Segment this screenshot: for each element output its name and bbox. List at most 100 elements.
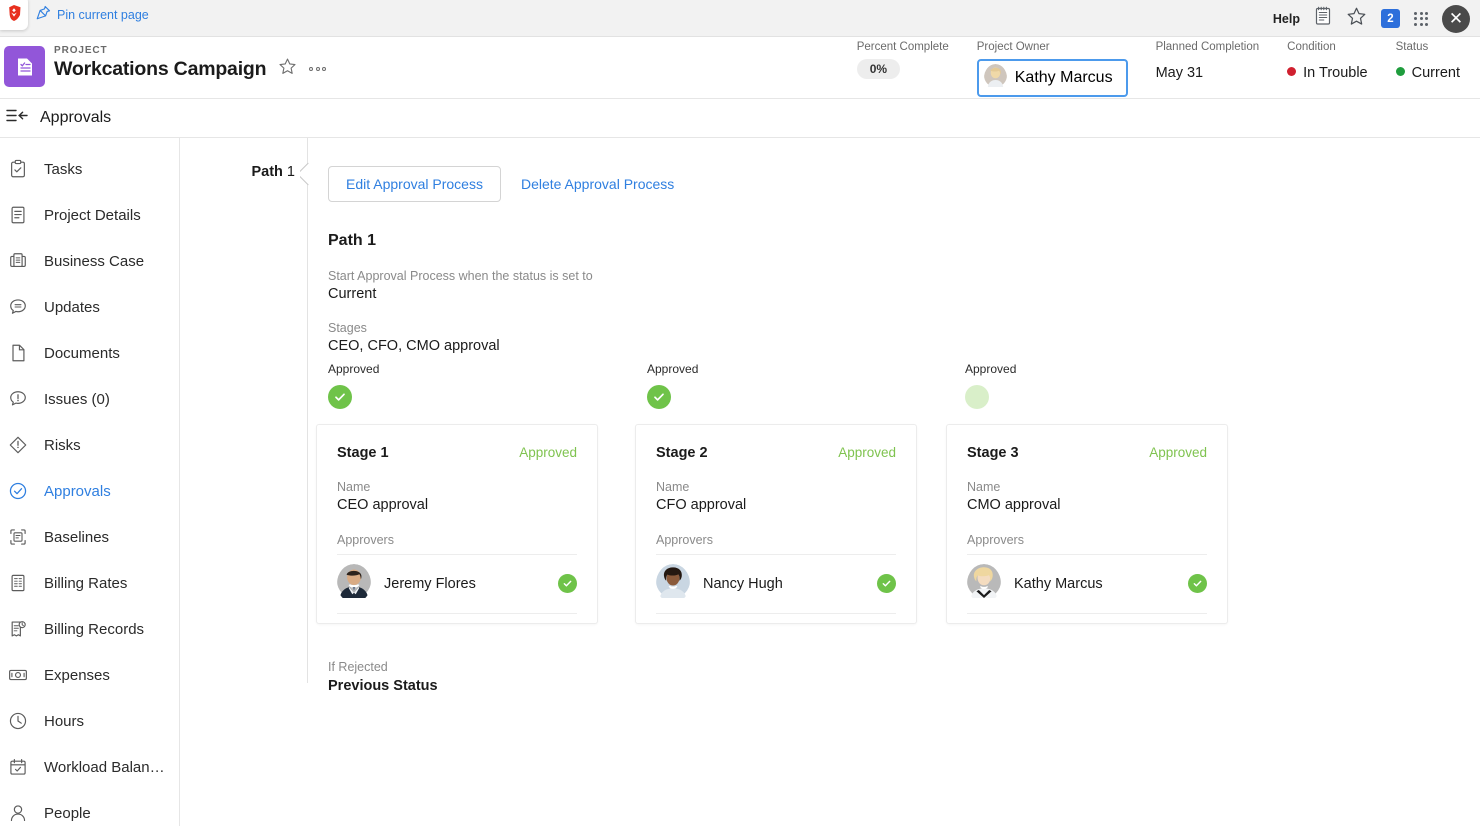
stage-status-track: Approved Approved Approved — [328, 362, 1480, 424]
stage-cards: Stage 1 Approved Name CEO approval Appro… — [316, 424, 1480, 624]
banknote-icon — [6, 665, 30, 685]
sidebar-item-updates[interactable]: Updates — [0, 284, 179, 330]
stage-node-2: Approved — [647, 362, 698, 409]
close-icon[interactable]: ✕ — [1442, 4, 1470, 33]
stage-card-status: Approved — [838, 445, 896, 460]
clock-icon — [6, 711, 30, 731]
sidebar-item-label: Risks — [44, 436, 81, 454]
stages-value: CEO, CFO, CMO approval — [328, 338, 500, 354]
sidebar-item-label: Issues (0) — [44, 390, 110, 408]
field-status: Status Current — [1382, 41, 1474, 81]
approver-approved-icon — [877, 574, 896, 593]
field-label: Condition — [1287, 41, 1336, 53]
field-planned-completion: Planned Completion May 31 — [1142, 41, 1274, 81]
sidebar-item-label: Tasks — [44, 160, 83, 178]
avatar — [337, 564, 371, 603]
approval-process-panel: Edit Approval Process Delete Approval Pr… — [316, 138, 1480, 694]
stage-card-title: Stage 3 — [967, 445, 1019, 461]
calendar-check-icon — [6, 757, 30, 777]
planned-completion-value: May 31 — [1155, 65, 1204, 81]
condition-dot-icon — [1287, 67, 1297, 76]
stage-card-status: Approved — [519, 445, 577, 460]
sidebar-item-workload-balancer[interactable]: Workload Balan… — [0, 744, 179, 790]
stage-card-name-value: CEO approval — [337, 497, 429, 513]
breadcrumb-label: Approvals — [40, 109, 112, 126]
edit-approval-process-button[interactable]: Edit Approval Process — [328, 166, 501, 202]
stage-node-1: Approved — [328, 362, 379, 409]
baseline-frame-icon — [6, 527, 30, 547]
chevron-left-icon — [300, 162, 316, 188]
stage-card-approvers-label: Approvers — [656, 533, 896, 555]
stage-node-3: Approved — [965, 362, 1016, 409]
sidebar-item-hours[interactable]: Hours — [0, 698, 179, 744]
sidebar-item-people[interactable]: People — [0, 790, 179, 826]
sidebar-item-label: Hours — [44, 712, 85, 730]
stage-card: Stage 3 Approved Name CMO approval Appro… — [946, 424, 1228, 624]
sidebar-item-label: Expenses — [44, 666, 110, 684]
stage-card-name-value: CFO approval — [656, 497, 747, 513]
if-rejected-block: If Rejected Previous Status — [328, 660, 1480, 694]
collapse-menu-icon[interactable] — [4, 106, 30, 131]
notification-badge[interactable]: 2 — [1381, 9, 1400, 28]
star-icon[interactable] — [1346, 6, 1367, 32]
stage-card-approvers-label: Approvers — [337, 533, 577, 555]
sidebar-item-project-details[interactable]: Project Details — [0, 192, 179, 238]
path-rail: Path 1 — [180, 138, 308, 683]
approver-approved-icon — [558, 574, 577, 593]
sidebar[interactable]: Tasks Project Details Business Case Upda… — [0, 138, 180, 826]
sidebar-item-label: Billing Rates — [44, 574, 128, 592]
approver-row: Nancy Hugh — [656, 555, 896, 614]
avatar — [967, 564, 1001, 603]
start-status-value: Current — [328, 286, 377, 302]
stage-node-label: Approved — [965, 362, 1017, 376]
brave-shield-icon[interactable] — [0, 0, 28, 30]
stage-card-title: Stage 1 — [337, 445, 389, 461]
approver-name: Nancy Hugh — [703, 575, 783, 592]
stage-node-pending-icon — [965, 385, 989, 409]
sidebar-item-label: Baselines — [44, 528, 110, 546]
stage-card: Stage 1 Approved Name CEO approval Appro… — [316, 424, 598, 624]
percent-complete-value: 0% — [856, 59, 901, 79]
project-kicker: PROJECT — [54, 45, 108, 56]
path-rail-tab[interactable]: Path 1 — [251, 164, 295, 180]
stage-card-name-label: Name — [656, 480, 690, 494]
path-rail-tab-label: Path — [251, 164, 283, 180]
help-label[interactable]: Help — [1273, 12, 1300, 26]
project-owner-input[interactable]: Kathy Marcus — [976, 59, 1128, 97]
stage-node-label: Approved — [647, 362, 699, 376]
browser-toolbar: Pin current page Help 2 ✕ — [0, 0, 1480, 37]
stage-card-name-value: CMO approval — [967, 497, 1061, 513]
delete-approval-process-button[interactable]: Delete Approval Process — [519, 167, 676, 201]
sidebar-item-label: Workload Balan… — [44, 758, 165, 776]
sidebar-item-business-case[interactable]: Business Case — [0, 238, 179, 284]
sidebar-item-label: Documents — [44, 344, 120, 362]
stage-card-approvers-label: Approvers — [967, 533, 1207, 555]
sidebar-item-tasks[interactable]: Tasks — [0, 146, 179, 192]
sidebar-item-risks[interactable]: Risks — [0, 422, 179, 468]
project-owner-value: Kathy Marcus — [1014, 69, 1113, 86]
sidebar-item-billing-records[interactable]: Billing Records — [0, 606, 179, 652]
sidebar-item-approvals[interactable]: Approvals — [0, 468, 179, 514]
pin-current-page[interactable]: Pin current page — [36, 5, 149, 25]
sidebar-item-expenses[interactable]: Expenses — [0, 652, 179, 698]
sidebar-item-billing-rates[interactable]: Billing Rates — [0, 560, 179, 606]
stage-card-name-label: Name — [967, 480, 1001, 494]
notes-icon[interactable] — [1314, 6, 1332, 31]
sidebar-item-documents[interactable]: Documents — [0, 330, 179, 376]
stage-card: Stage 2 Approved Name CFO approval Appro… — [635, 424, 917, 624]
stage-card-status: Approved — [1149, 445, 1207, 460]
status-value: Current — [1411, 65, 1460, 81]
sidebar-item-issues[interactable]: Issues (0) — [0, 376, 179, 422]
sidebar-item-baselines[interactable]: Baselines — [0, 514, 179, 560]
app-root: Pin current page Help 2 ✕ PROJECT Workca… — [0, 0, 1480, 826]
avatar — [656, 564, 690, 603]
app-grid-icon[interactable] — [1414, 11, 1428, 26]
page-title: Workcations Campaign — [54, 57, 267, 80]
favorite-star-icon[interactable] — [278, 57, 297, 81]
approver-name: Jeremy Flores — [384, 575, 476, 592]
more-options-icon[interactable] — [309, 67, 327, 71]
field-label: Planned Completion — [1155, 41, 1260, 53]
field-project-owner: Project Owner Kathy Marcus — [963, 41, 1142, 97]
clipboard-check-icon — [6, 159, 30, 179]
approver-name: Kathy Marcus — [1014, 575, 1103, 592]
